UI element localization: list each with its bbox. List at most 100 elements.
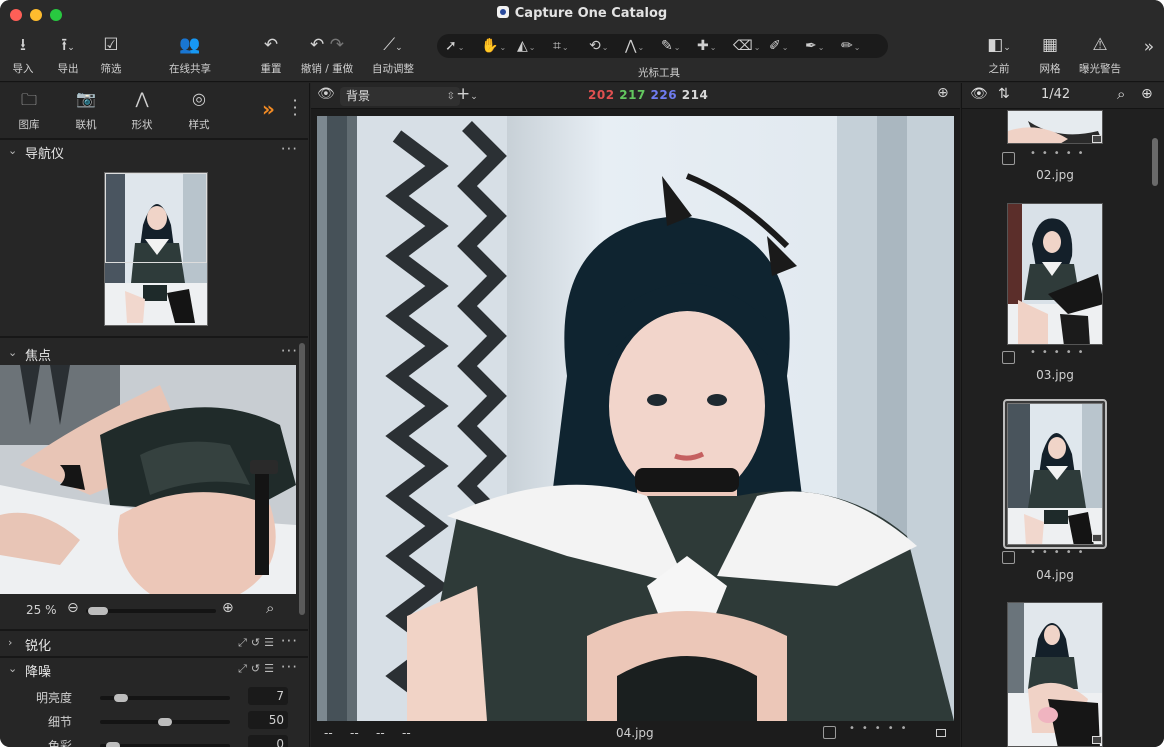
select-checkbox[interactable] [823, 726, 836, 739]
export-label: 导出 [57, 63, 79, 75]
thumbnail-04-name: 04.jpg [1036, 568, 1074, 582]
thumbnail-04-selected[interactable] [1003, 399, 1107, 549]
tab-shape[interactable]: ⋀ 形状 [117, 89, 167, 132]
sort-icon[interactable]: ⇅ [998, 86, 1010, 102]
pan-cursor-tool[interactable]: ✋⌄ [481, 37, 506, 57]
keystone-cursor-tool[interactable]: ⋀⌄ [625, 37, 644, 57]
detail-slider[interactable] [100, 718, 230, 726]
filter-button[interactable]: ☑ 筛选 [97, 33, 125, 76]
color-row: 色彩 0 [0, 734, 296, 747]
chevron-right-icon: › [8, 636, 13, 649]
exposure-warning-button[interactable]: ⚠ 曝光警告 [1076, 33, 1124, 76]
tab-tether[interactable]: 📷 联机 [61, 89, 111, 132]
image-count: 1/42 [1041, 87, 1071, 102]
navigator-thumbnail[interactable] [104, 172, 208, 326]
select-checkbox[interactable] [1002, 551, 1015, 564]
grid-button[interactable]: ▦ 网格 [1035, 33, 1065, 76]
rgb-readout: 202 217 226 214 [588, 88, 708, 102]
brush-cursor-tool[interactable]: ✐⌄ [769, 37, 788, 57]
section-tools[interactable]: ⤢↺☰ [238, 662, 278, 676]
browser-toolbar: 👁 ⇅ 1/42 ⌕ ⊕ [962, 83, 1164, 109]
magic-wand-icon: ⟋⌄ [383, 35, 403, 55]
noise-section-header[interactable]: ⌄ 降噪 ⤢↺☰ ··· [0, 658, 308, 682]
luminance-slider[interactable] [100, 694, 230, 702]
reset-button[interactable]: ↶ 重置 [257, 33, 285, 76]
title-bar: Capture One Catalog [0, 0, 1164, 30]
select-cursor-tool[interactable]: ➚⌄ [445, 37, 464, 57]
search-icon[interactable]: ⌕ [1117, 85, 1125, 103]
focus-zoom-value: 25 % [26, 603, 57, 617]
loupe-cursor-tool[interactable]: ◭⌄ [517, 37, 535, 57]
undo-redo-button[interactable]: ↶ ↷ 撤销 / 重做 [296, 33, 358, 76]
more-options-icon[interactable]: ··· [281, 658, 298, 676]
add-layer-icon[interactable]: +⌄ [456, 84, 478, 104]
eye-icon[interactable]: 👁 [317, 86, 335, 102]
export-button[interactable]: ⭱⌄ 导出 [48, 33, 88, 76]
focus-zoom-slider[interactable] [86, 607, 216, 615]
slider-knob[interactable] [88, 607, 108, 615]
select-checkbox[interactable] [1002, 351, 1015, 364]
tab-library[interactable]: 🗀 图库 [4, 89, 54, 132]
toolbar-overflow-button[interactable]: » [1140, 35, 1158, 59]
slider-knob[interactable] [114, 694, 128, 702]
sharpen-section-header[interactable]: › 锐化 ⤢↺☰ ··· [0, 632, 308, 656]
zoom-in-icon[interactable]: ⊕ [222, 600, 234, 616]
tab-style-label: 样式 [188, 119, 210, 131]
navigator-view-frame[interactable] [105, 173, 207, 263]
compare-icon: ◧⌄ [987, 35, 1011, 55]
rating-stars[interactable]: ••••• [1030, 148, 1090, 159]
tab-style[interactable]: ◎ 样式 [174, 89, 224, 132]
zoom-out-icon[interactable]: ⊖ [67, 600, 79, 616]
slider-knob[interactable] [106, 742, 120, 747]
green-value: 217 [619, 88, 646, 102]
eye-icon[interactable]: 👁 [970, 86, 988, 102]
luminance-value[interactable]: 7 [248, 687, 288, 705]
annotate-cursor-tool[interactable]: ✏⌄ [841, 37, 860, 57]
healing-cursor-tool[interactable]: ✚⌄ [697, 37, 716, 57]
crop-cursor-tool[interactable]: ⌗⌄ [553, 37, 569, 57]
more-options-icon[interactable]: ··· [281, 140, 298, 158]
section-tools[interactable]: ⤢↺☰ [238, 636, 278, 650]
color-value[interactable]: 0 [248, 735, 288, 747]
rating-stars[interactable]: ••••• [849, 723, 914, 734]
more-options-icon[interactable]: ··· [281, 342, 298, 360]
picker-cursor-tool[interactable]: ✒⌄ [805, 37, 824, 57]
thumbnail-image [1008, 404, 1102, 544]
slider-knob[interactable] [158, 718, 172, 726]
loupe-search-icon[interactable]: ⌕ [266, 599, 274, 617]
main-photo[interactable] [317, 116, 954, 721]
thumbnail-03-name: 03.jpg [1036, 368, 1074, 382]
auto-adjust-button[interactable]: ⟋⌄ 自动调整 [367, 33, 419, 76]
thumbnail-05[interactable] [1007, 602, 1103, 747]
select-checkbox[interactable] [1002, 152, 1015, 165]
zoom-icon[interactable]: ⊕ [1141, 86, 1153, 102]
rating-stars[interactable]: ••••• [1030, 347, 1090, 358]
thumbnail-04[interactable] [1007, 403, 1103, 545]
warning-icon: ⚠ [1092, 35, 1108, 55]
thumbnail-03-meta: ••••• [1002, 347, 1122, 365]
reset-label: 重置 [260, 63, 282, 75]
before-button[interactable]: ◧⌄ 之前 [976, 33, 1022, 76]
browser-scrollbar[interactable] [1152, 138, 1158, 186]
left-panel-scrollbar[interactable] [299, 343, 305, 615]
layer-select[interactable]: 背景 ⇳ [340, 87, 460, 106]
eraser-cursor-tool[interactable]: ⌫⌄ [733, 37, 761, 57]
rotate-cursor-tool[interactable]: ⟲⌄ [589, 37, 608, 57]
more-tabs-chevron-icon[interactable]: » [262, 97, 275, 121]
thumbnail-03[interactable] [1007, 203, 1103, 345]
focus-section-header[interactable]: ⌄ 焦点 ··· [0, 342, 308, 366]
zoom-icon[interactable]: ⊕ [937, 85, 949, 101]
focus-preview[interactable] [0, 365, 296, 594]
more-options-icon[interactable]: ··· [281, 632, 298, 650]
spot-removal-cursor-tool[interactable]: ✎⌄ [661, 37, 680, 57]
auto-adjust-label: 自动调整 [372, 63, 414, 75]
share-button[interactable]: 👥 在线共享 [160, 33, 220, 76]
thumbnail-02[interactable] [1007, 110, 1103, 144]
panel-menu-icon[interactable]: · · · [291, 93, 299, 123]
shape-icon: ⋀ [135, 89, 149, 108]
detail-value[interactable]: 50 [248, 711, 288, 729]
thumbnail-02-name: 02.jpg [1036, 168, 1074, 182]
import-button[interactable]: ⭳ 导入 [9, 33, 37, 76]
rating-stars[interactable]: ••••• [1030, 547, 1090, 558]
navigator-section-header[interactable]: ⌄ 导航仪 ··· [0, 140, 308, 164]
